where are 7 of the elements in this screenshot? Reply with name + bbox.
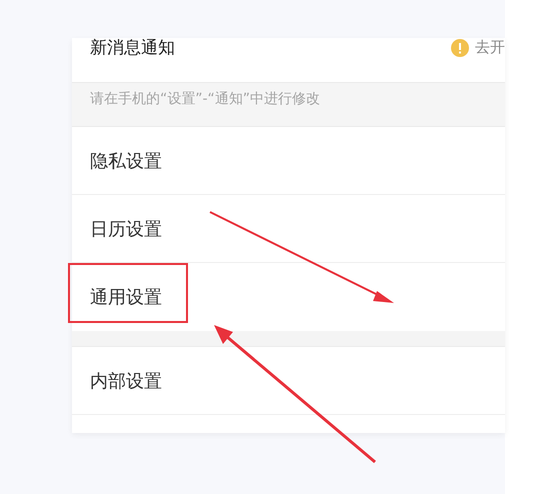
notification-hint: 请在手机的“设置”-“通知”中进行修改 <box>90 91 320 107</box>
settings-item[interactable]: 通用设置 <box>90 284 162 308</box>
notification-title: 新消息通知 <box>90 38 175 58</box>
settings-item[interactable]: 日历设置 <box>90 216 162 240</box>
enable-link[interactable]: 去开 <box>475 38 505 57</box>
settings-item[interactable]: 隐私设置 <box>90 148 162 172</box>
settings-item[interactable]: 内部设置 <box>90 368 162 392</box>
